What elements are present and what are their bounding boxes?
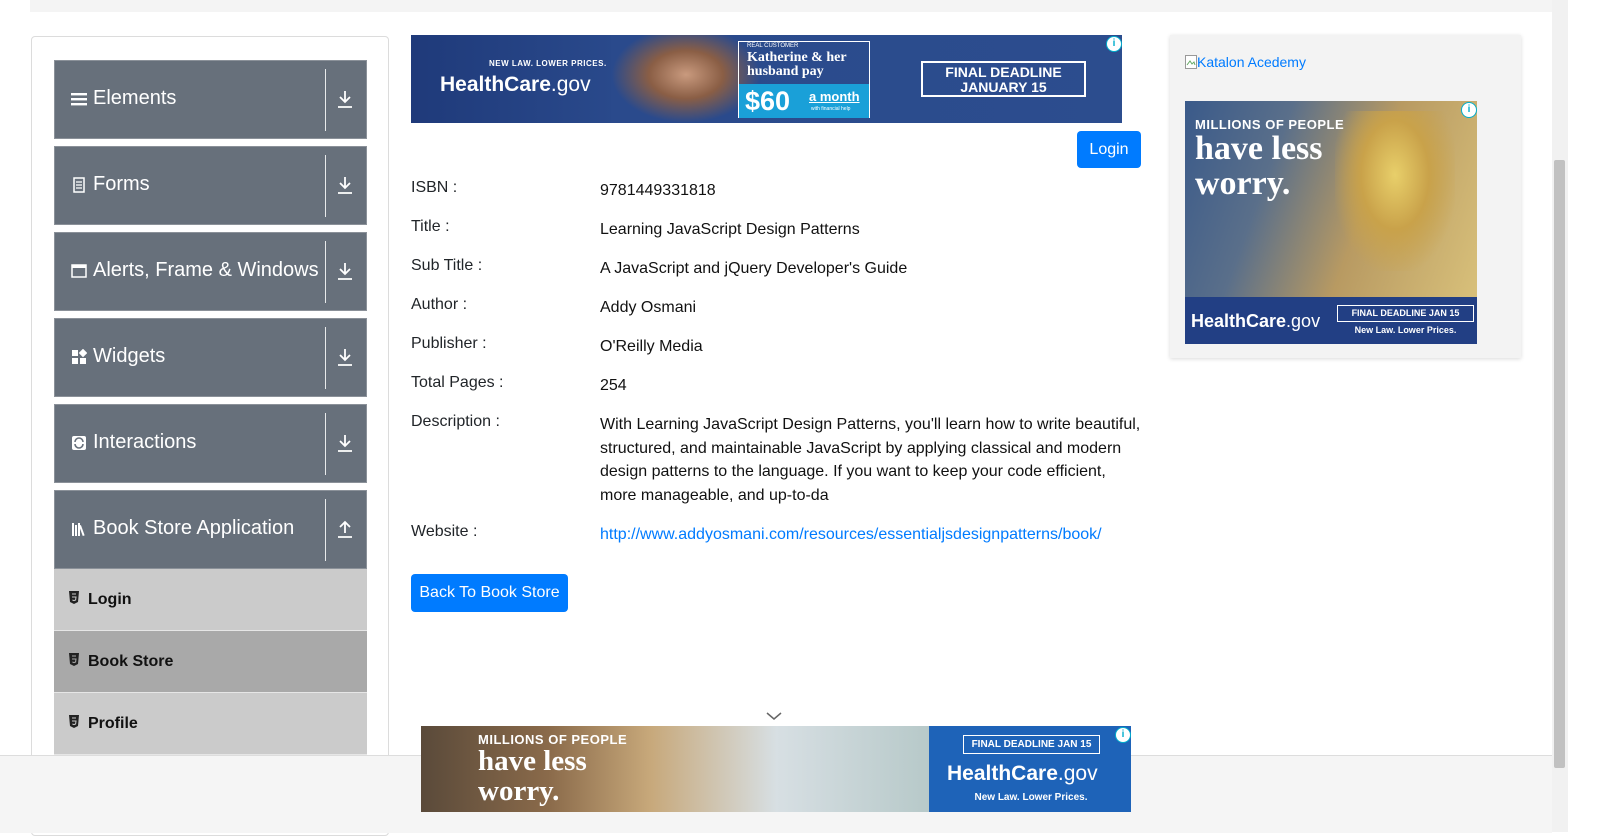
sidebar-group-label: Widgets <box>93 345 166 367</box>
download-arrow-icon <box>338 263 352 280</box>
total-pages-label: Total Pages : <box>411 374 504 391</box>
sidebar-item-book-store[interactable]: Book Store <box>54 631 367 693</box>
divider <box>325 413 326 475</box>
download-arrow-icon <box>338 91 352 108</box>
publisher-value: O'Reilly Media <box>600 338 703 355</box>
publisher-label: Publisher : <box>411 335 487 352</box>
sidebar-group-label: Forms <box>93 173 150 195</box>
books-icon <box>72 523 85 537</box>
ad-brand: HealthCare.gov <box>947 762 1098 785</box>
chevron-down-icon[interactable] <box>765 711 783 721</box>
website-link[interactable]: http://www.addyosmani.com/resources/esse… <box>600 526 1102 543</box>
sidebar-item-label: Book Store <box>88 653 174 670</box>
subtitle-value: A JavaScript and jQuery Developer's Guid… <box>600 260 908 277</box>
divider <box>325 241 326 303</box>
interactions-icon <box>72 436 86 450</box>
sidebar-group-elements[interactable]: Elements <box>54 60 367 139</box>
upload-arrow-icon <box>338 520 352 538</box>
document-icon <box>73 177 85 193</box>
subtitle-label: Sub Title : <box>411 257 483 274</box>
sidebar-group-forms[interactable]: Forms <box>54 146 367 225</box>
ad-brand: HealthCare.gov <box>1191 311 1321 331</box>
sidebar-group-label: Alerts, Frame & Windows <box>93 259 319 281</box>
sidebar: Elements Forms Alerts, Frame & Windows W… <box>31 36 389 836</box>
ad-info-icon[interactable]: i <box>1106 36 1122 52</box>
katalon-academy-link[interactable]: Katalon Acedemy <box>1185 54 1306 70</box>
download-arrow-icon <box>338 349 352 366</box>
sidebar-group-alerts[interactable]: Alerts, Frame & Windows <box>54 232 367 311</box>
title-value: Learning JavaScript Design Patterns <box>600 221 860 238</box>
sidebar-item-label: Profile <box>88 715 138 732</box>
broken-image-icon <box>1185 55 1197 69</box>
divider <box>325 327 326 389</box>
ad-deadline-box: FINAL DEADLINE JANUARY 15 <box>921 61 1086 97</box>
sidebar-group-label: Interactions <box>93 431 197 453</box>
sidebar-group-label: Book Store Application <box>93 517 295 539</box>
back-to-book-store-button[interactable]: Back To Book Store <box>411 574 568 612</box>
sidebar-group-label: Elements <box>93 87 177 109</box>
isbn-value: 9781449331818 <box>600 182 716 199</box>
author-value: Addy Osmani <box>600 299 697 316</box>
top-banner-strip <box>30 0 1556 12</box>
author-label: Author : <box>411 296 468 313</box>
html5-icon <box>69 591 79 604</box>
html5-icon <box>69 653 79 666</box>
top-advertisement[interactable]: NEW LAW. LOWER PRICES. HealthCare.gov RE… <box>411 35 1122 123</box>
total-pages-value: 254 <box>600 377 627 394</box>
bottom-advertisement[interactable]: MILLIONS OF PEOPLE have less worry. FINAL… <box>421 726 1131 812</box>
divider <box>325 69 326 131</box>
sidebar-group-interactions[interactable]: Interactions <box>54 404 367 483</box>
description-value: With Learning JavaScript Design Patterns… <box>600 416 1141 504</box>
sidebar-group-widgets[interactable]: Widgets <box>54 318 367 397</box>
sidebar-item-login[interactable]: Login <box>54 569 367 631</box>
title-label: Title : <box>411 218 450 235</box>
sidebar-item-profile[interactable]: Profile <box>54 693 367 755</box>
login-button[interactable]: Login <box>1077 131 1141 168</box>
widgets-icon <box>72 349 87 364</box>
download-arrow-icon <box>338 435 352 452</box>
right-advertisement[interactable]: MILLIONS OF PEOPLE have less worry. Healt… <box>1185 101 1477 344</box>
ad-tagline: NEW LAW. LOWER PRICES. <box>489 59 607 68</box>
menu-icon <box>71 93 87 106</box>
ad-info-icon[interactable]: i <box>1461 102 1477 118</box>
window-icon <box>71 264 87 278</box>
divider <box>325 499 326 561</box>
scrollbar-thumb[interactable] <box>1554 160 1565 768</box>
sidebar-group-book-store-application[interactable]: Book Store Application <box>54 490 367 569</box>
ad-info-icon[interactable]: i <box>1115 727 1131 743</box>
ad-brand: HealthCare.gov <box>440 73 591 96</box>
ad-quote-box: REAL CUSTOMER Katherine & her husband pa… <box>738 41 870 118</box>
isbn-label: ISBN : <box>411 179 458 196</box>
divider <box>325 155 326 217</box>
website-label: Website : <box>411 523 478 540</box>
sidebar-item-label: Login <box>88 591 132 608</box>
download-arrow-icon <box>338 177 352 194</box>
html5-icon <box>69 715 79 728</box>
description-label: Description : <box>411 413 500 430</box>
